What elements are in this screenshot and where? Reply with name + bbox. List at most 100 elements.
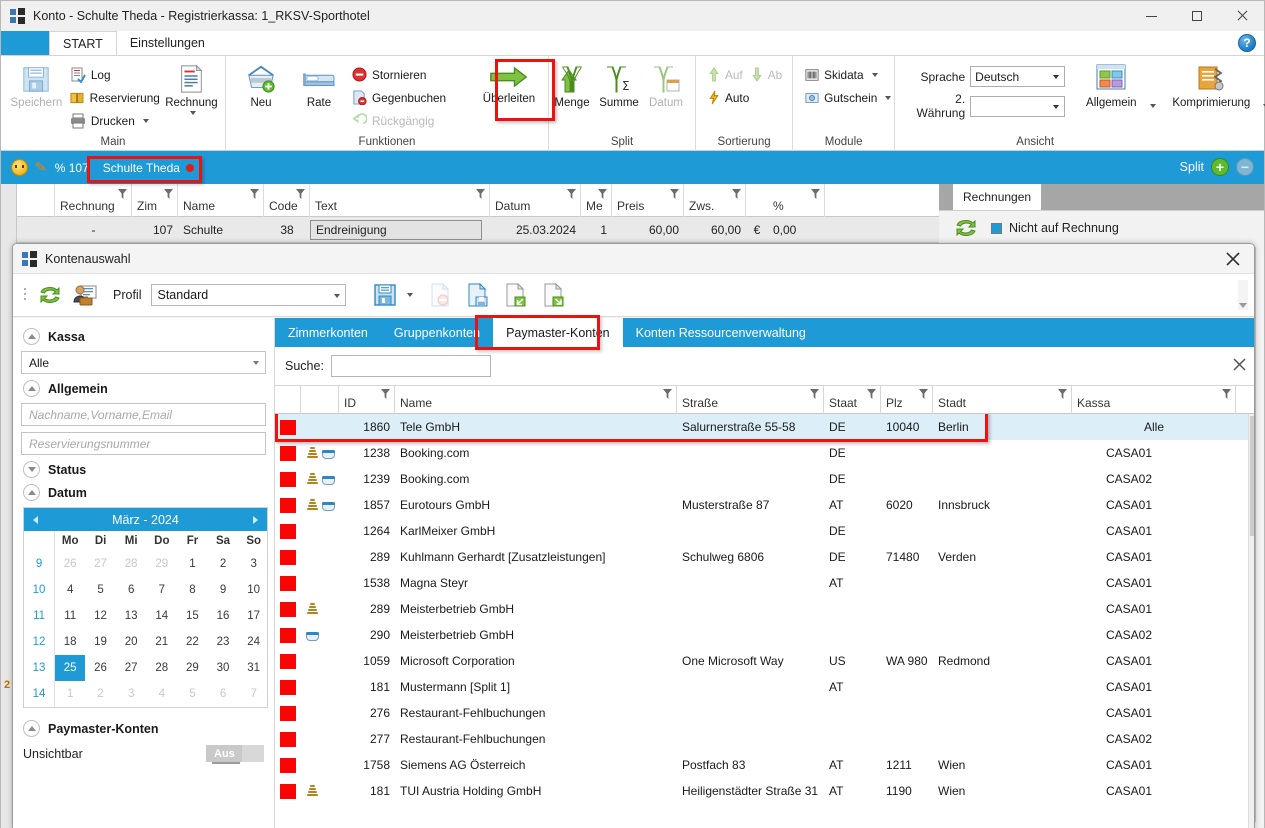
col-header-stra-e[interactable]: Straße bbox=[677, 386, 824, 414]
col-header-datum[interactable]: Datum bbox=[490, 184, 581, 217]
menge-button[interactable]: Menge bbox=[549, 62, 595, 110]
dialog-close-button[interactable] bbox=[1218, 248, 1248, 270]
filter-icon[interactable] bbox=[567, 189, 576, 199]
gutschein-button[interactable]: Gutschein bbox=[801, 86, 895, 109]
accounts-scrollbar[interactable] bbox=[1248, 414, 1254, 828]
chevron-down-icon[interactable] bbox=[142, 118, 149, 123]
refresh-icon[interactable] bbox=[953, 217, 979, 239]
rate-button[interactable]: Rate bbox=[290, 62, 348, 110]
calendar-day[interactable]: 5 bbox=[177, 681, 208, 707]
calendar-day[interactable]: 26 bbox=[85, 655, 116, 681]
account-tab-schulte-theda[interactable]: Schulte Theda bbox=[94, 157, 202, 178]
calendar-day[interactable]: 14 bbox=[147, 603, 178, 629]
pencil-icon[interactable]: ✎ bbox=[34, 158, 48, 176]
calendar-day[interactable]: 28 bbox=[147, 655, 178, 681]
table-row[interactable]: 1538 Magna Steyr AT CASA01 bbox=[275, 570, 1254, 596]
section-datum[interactable]: Datum bbox=[23, 484, 266, 501]
filter-icon[interactable] bbox=[1222, 389, 1231, 399]
section-kassa[interactable]: Kassa bbox=[23, 328, 266, 345]
calendar-day[interactable]: 3 bbox=[238, 551, 269, 577]
calendar-day[interactable]: 17 bbox=[238, 603, 269, 629]
col-header-zim[interactable]: Zim bbox=[132, 184, 178, 217]
section-status[interactable]: Status bbox=[23, 461, 266, 478]
komprimierung-button[interactable]: Komprimierung bbox=[1162, 62, 1260, 110]
filter-icon[interactable] bbox=[919, 389, 928, 399]
table-row[interactable]: 1059 Microsoft Corporation One Microsoft W… bbox=[275, 648, 1254, 674]
toolbar-grip[interactable] bbox=[23, 286, 27, 304]
tab-zimmerkonten[interactable]: Zimmerkonten bbox=[275, 318, 381, 347]
sprache-select[interactable]: Deutsch bbox=[970, 66, 1066, 87]
konto-grid-row[interactable]: - 107 Schulte 38 Endreinigung 25.03.2024… bbox=[17, 217, 939, 243]
chevron-down-icon[interactable] bbox=[871, 72, 878, 77]
help-icon[interactable]: ? bbox=[1238, 34, 1256, 52]
rechnung-button[interactable]: Rechnung bbox=[164, 62, 219, 115]
col-header-zws[interactable]: Zws. bbox=[684, 184, 746, 217]
filter-icon[interactable] bbox=[811, 189, 820, 199]
calendar-day[interactable]: 23 bbox=[208, 629, 239, 655]
table-row[interactable]: 276 Restaurant-Fehlbuchungen CASA01 bbox=[275, 700, 1254, 726]
calendar-day[interactable]: 30 bbox=[208, 655, 239, 681]
calendar-day[interactable]: 29 bbox=[177, 655, 208, 681]
calendar-day[interactable]: 22 bbox=[177, 629, 208, 655]
filter-icon[interactable] bbox=[670, 189, 679, 199]
col-header-kassa[interactable]: Kassa bbox=[1072, 386, 1236, 414]
col-header-me[interactable]: Me bbox=[581, 184, 612, 217]
calendar-day-selected[interactable]: 25 bbox=[54, 655, 86, 681]
calendar-day[interactable]: 3 bbox=[116, 681, 147, 707]
collapse-toggle-icon[interactable] bbox=[23, 380, 40, 397]
tab-gruppenkonten[interactable]: Gruppenkonten bbox=[381, 318, 493, 347]
gegenbuchen-button[interactable]: Gegenbuchen bbox=[348, 86, 476, 109]
user-profile-button[interactable] bbox=[69, 279, 99, 311]
calendar-day[interactable]: 28 bbox=[116, 551, 147, 577]
save-button[interactable]: Speichern bbox=[7, 62, 66, 110]
calendar-day[interactable]: 6 bbox=[116, 577, 147, 603]
calendar-day[interactable]: 5 bbox=[85, 577, 116, 603]
ribbon-file-tab[interactable] bbox=[1, 31, 49, 55]
table-row[interactable]: 1758 Siemens AG Österreich Postfach 83 AT 12… bbox=[275, 752, 1254, 778]
search-input[interactable] bbox=[330, 355, 491, 377]
calendar-day[interactable]: 15 bbox=[177, 603, 208, 629]
calendar-prev-button[interactable] bbox=[33, 516, 38, 524]
table-row[interactable]: 289 Meisterbetrieb GmbH CASA01 bbox=[275, 596, 1254, 622]
skidata-button[interactable]: Skidata bbox=[801, 63, 895, 86]
reservation-number-input[interactable]: Reservierungsnummer bbox=[21, 432, 266, 455]
col-header-preis[interactable]: Preis bbox=[612, 184, 684, 217]
col-header-code[interactable]: Code bbox=[264, 184, 310, 217]
calendar-day[interactable]: 11 bbox=[55, 603, 86, 629]
row-cell-text[interactable]: Endreinigung bbox=[310, 219, 482, 240]
calendar-day[interactable]: 9 bbox=[208, 577, 239, 603]
calendar-day[interactable]: 12 bbox=[85, 603, 116, 629]
col-header-text[interactable]: Text bbox=[310, 184, 490, 217]
tab-konten-ressourcenverwaltung[interactable]: Konten Ressourcenverwaltung bbox=[623, 318, 819, 347]
filter-icon[interactable] bbox=[476, 189, 485, 199]
table-row[interactable]: 289 Kuhlmann Gerhardt [Zusatzleistungen] S… bbox=[275, 544, 1254, 570]
calendar-day[interactable]: 7 bbox=[238, 681, 269, 707]
scrollbar-thumb[interactable] bbox=[1250, 416, 1254, 536]
filter-icon[interactable] bbox=[663, 389, 672, 399]
chevron-down-icon[interactable] bbox=[189, 110, 196, 115]
calendar-day[interactable]: 10 bbox=[238, 577, 269, 603]
calendar-day[interactable]: 2 bbox=[208, 551, 239, 577]
calendar-day[interactable]: 21 bbox=[147, 629, 178, 655]
calendar-day[interactable]: 2 bbox=[85, 681, 116, 707]
minimize-button[interactable] bbox=[1129, 1, 1174, 31]
chevron-down-icon[interactable] bbox=[407, 293, 414, 297]
collapse-toggle-icon[interactable] bbox=[23, 328, 40, 345]
import-button[interactable] bbox=[501, 279, 531, 311]
calendar-day[interactable]: 24 bbox=[238, 629, 269, 655]
refresh-button[interactable] bbox=[35, 279, 65, 311]
export-button[interactable] bbox=[539, 279, 569, 311]
table-row[interactable]: 290 Meisterbetrieb GmbH CASA02 bbox=[275, 622, 1254, 648]
collapse-toggle-icon[interactable] bbox=[23, 461, 40, 478]
calendar-day[interactable]: 4 bbox=[55, 577, 86, 603]
col-header-rechnung[interactable]: Rechnung bbox=[55, 184, 132, 217]
section-paymaster-konten[interactable]: Paymaster-Konten bbox=[23, 720, 266, 737]
calendar-day[interactable]: 13 bbox=[116, 603, 147, 629]
filter-icon[interactable] bbox=[296, 189, 305, 199]
calendar-next-button[interactable] bbox=[253, 516, 258, 524]
filter-icon[interactable] bbox=[810, 389, 819, 399]
tab-start[interactable]: START bbox=[49, 31, 117, 55]
table-row[interactable]: 1860 Tele GmbH Salurnerstraße 55-58 DE 10040… bbox=[275, 414, 1254, 440]
calendar-day[interactable]: 4 bbox=[147, 681, 178, 707]
calendar-day[interactable]: 29 bbox=[147, 551, 178, 577]
